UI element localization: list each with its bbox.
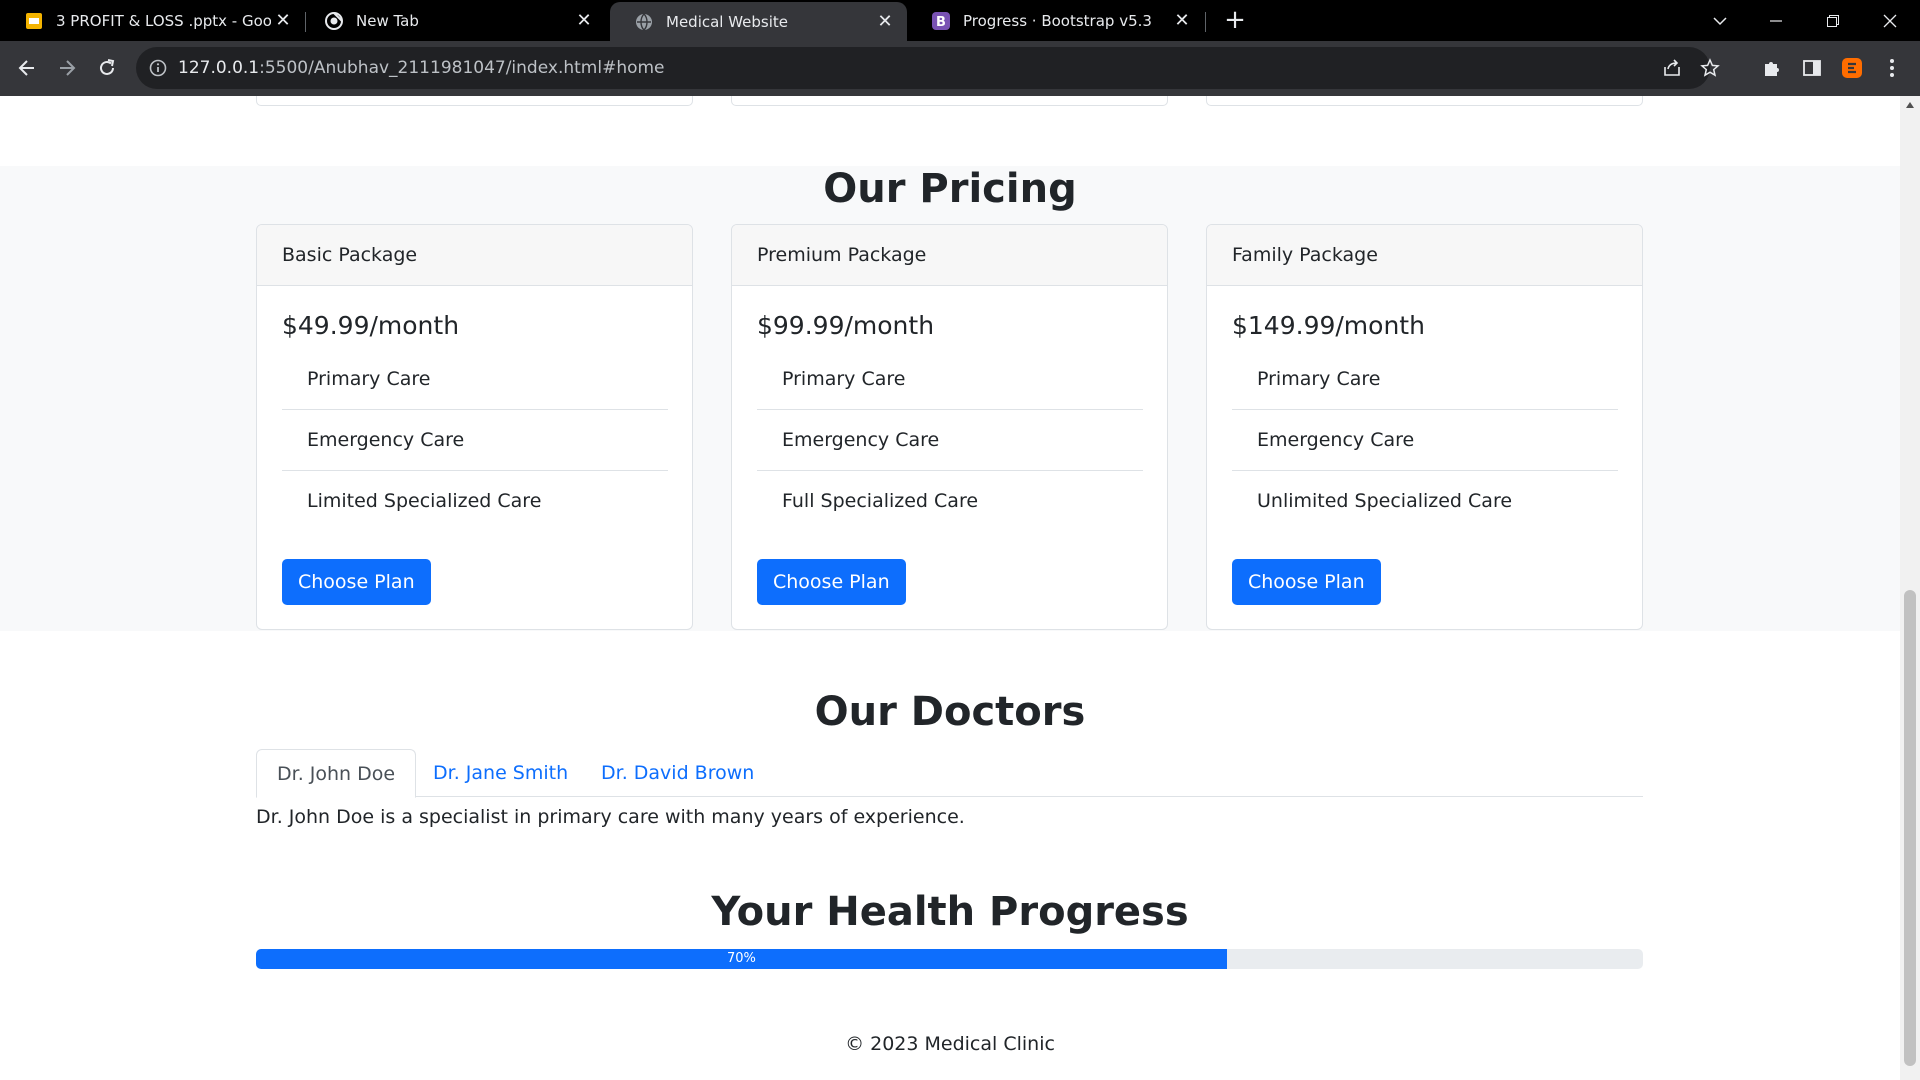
scrollbar[interactable] <box>1900 96 1920 1080</box>
pricing-section: Our Pricing Basic Package $49.99/month P… <box>0 166 1900 631</box>
pricing-card: Basic Package $49.99/month Primary Care … <box>256 224 693 630</box>
address-bar[interactable]: 127.0.0.1:5500/Anubhav_2111981047/index.… <box>136 47 1720 89</box>
feature-item: Limited Specialized Care <box>307 490 542 512</box>
star-icon[interactable] <box>1700 58 1720 78</box>
restore-icon <box>1827 14 1839 27</box>
tab-title: 3 PROFIT & LOSS .pptx - Google <box>56 11 271 30</box>
bootstrap-icon: B <box>931 11 951 31</box>
feature-item: Emergency Care <box>1232 410 1618 471</box>
feature-list: Primary Care Emergency Care Limited Spec… <box>282 349 668 532</box>
health-progress-title: Your Health Progress <box>711 889 1189 935</box>
url-path: :5500/Anubhav_2111981047/index.html#home <box>259 58 665 78</box>
browser-toolbar: 127.0.0.1:5500/Anubhav_2111981047/index.… <box>0 41 1920 96</box>
arrow-left-icon <box>18 60 34 76</box>
feature-item: Primary Care <box>1232 349 1618 410</box>
plan-name: Basic Package <box>257 225 692 286</box>
extensions-button[interactable] <box>1760 56 1784 80</box>
tab-strip: 3 PROFIT & LOSS .pptx - Google ✕ New Tab… <box>0 0 1920 41</box>
tab-dr-david-brown[interactable]: Dr. David Brown <box>581 749 774 798</box>
more-vert-icon <box>1890 59 1894 77</box>
health-progress: 70% <box>256 949 1643 969</box>
plan-price: $49.99/month <box>282 311 460 340</box>
feature-list: Primary Care Emergency Care Unlimited Sp… <box>1232 349 1618 532</box>
pricing-card: Premium Package $99.99/month Primary Car… <box>731 224 1168 630</box>
close-icon <box>1883 14 1897 27</box>
tab-search-button[interactable] <box>1692 0 1748 41</box>
tab-title: New Tab <box>356 11 419 30</box>
pricing-card: Family Package $149.99/month Primary Car… <box>1206 224 1643 630</box>
browser-tab-medical-website[interactable]: Medical Website ✕ <box>610 2 907 41</box>
extension-button[interactable] <box>1840 56 1864 80</box>
browser-tab-slides[interactable]: 3 PROFIT & LOSS .pptx - Google ✕ <box>0 0 305 41</box>
side-panel-button[interactable] <box>1800 56 1824 80</box>
page-viewport: Our Pricing Basic Package $49.99/month P… <box>0 96 1900 1080</box>
slides-icon <box>24 11 44 31</box>
close-icon[interactable]: ✕ <box>271 9 295 33</box>
feature-item: Full Specialized Care <box>782 490 979 512</box>
close-icon[interactable]: ✕ <box>1170 9 1194 33</box>
info-icon[interactable] <box>148 58 168 78</box>
feature-item: Primary Care <box>282 349 668 410</box>
reload-button[interactable] <box>93 54 121 82</box>
share-icon[interactable] <box>1662 58 1682 78</box>
close-icon[interactable]: ✕ <box>572 9 596 33</box>
minimize-icon <box>1770 19 1782 22</box>
tab-title: Progress · Bootstrap v5.3 <box>963 11 1152 30</box>
close-icon[interactable]: ✕ <box>873 10 897 34</box>
side-panel-icon <box>1803 60 1821 76</box>
globe-icon <box>634 12 654 32</box>
pricing-title: Our Pricing <box>823 166 1077 212</box>
reload-icon <box>100 59 115 75</box>
card-edge <box>731 96 1168 106</box>
footer-text: © 2023 Medical Clinic <box>845 1033 1055 1055</box>
card-edge <box>256 96 693 106</box>
scrollbar-thumb[interactable] <box>1904 590 1916 1066</box>
choose-plan-button[interactable]: Choose Plan <box>757 559 906 605</box>
tab-title: Medical Website <box>666 12 789 31</box>
feature-list: Primary Care Emergency Care Full Special… <box>757 349 1143 532</box>
puzzle-icon <box>1765 62 1779 76</box>
forward-button[interactable] <box>53 54 81 82</box>
tab-dr-jane-smith[interactable]: Dr. Jane Smith <box>413 749 588 798</box>
new-tab-button[interactable]: + <box>1221 7 1249 35</box>
svg-text:B: B <box>936 15 946 30</box>
doctor-description: Dr. John Doe is a specialist in primary … <box>256 806 965 828</box>
choose-plan-button[interactable]: Choose Plan <box>282 559 431 605</box>
browser-tab-new-tab[interactable]: New Tab ✕ <box>300 0 606 41</box>
minimize-button[interactable] <box>1748 0 1804 41</box>
choose-plan-button[interactable]: Choose Plan <box>1232 559 1381 605</box>
plan-name: Premium Package <box>732 225 1167 286</box>
back-button[interactable] <box>13 54 41 82</box>
card-edge <box>1206 96 1643 106</box>
tab-dr-john-doe[interactable]: Dr. John Doe <box>256 749 417 798</box>
feature-item: Primary Care <box>757 349 1143 410</box>
close-window-button[interactable] <box>1862 0 1918 41</box>
doctors-title: Our Doctors <box>814 689 1086 735</box>
browser-tab-bootstrap[interactable]: B Progress · Bootstrap v5.3 ✕ <box>907 0 1204 41</box>
menu-button[interactable] <box>1880 56 1904 80</box>
chevron-down-icon <box>1713 16 1727 25</box>
chrome-icon <box>324 11 344 31</box>
feature-item: Emergency Care <box>757 410 1143 471</box>
doctor-tabs: Dr. John Doe Dr. Jane Smith Dr. David Br… <box>256 749 1643 798</box>
arrow-right-icon <box>60 60 76 76</box>
plan-price: $99.99/month <box>757 311 935 340</box>
url-text: 127.0.0.1:5500/Anubhav_2111981047/index.… <box>178 47 665 89</box>
tab-separator <box>1205 12 1206 32</box>
progress-bar: 70% <box>256 949 1227 969</box>
feature-item: Unlimited Specialized Care <box>1257 490 1513 512</box>
plan-price: $149.99/month <box>1232 311 1425 340</box>
restore-button[interactable] <box>1805 0 1861 41</box>
feature-item: Emergency Care <box>282 410 668 471</box>
extension-icon <box>1842 58 1862 78</box>
scroll-up-arrow[interactable] <box>1906 102 1914 108</box>
plan-name: Family Package <box>1207 225 1642 286</box>
url-host: 127.0.0.1 <box>178 58 260 78</box>
previous-section <box>0 96 1900 166</box>
